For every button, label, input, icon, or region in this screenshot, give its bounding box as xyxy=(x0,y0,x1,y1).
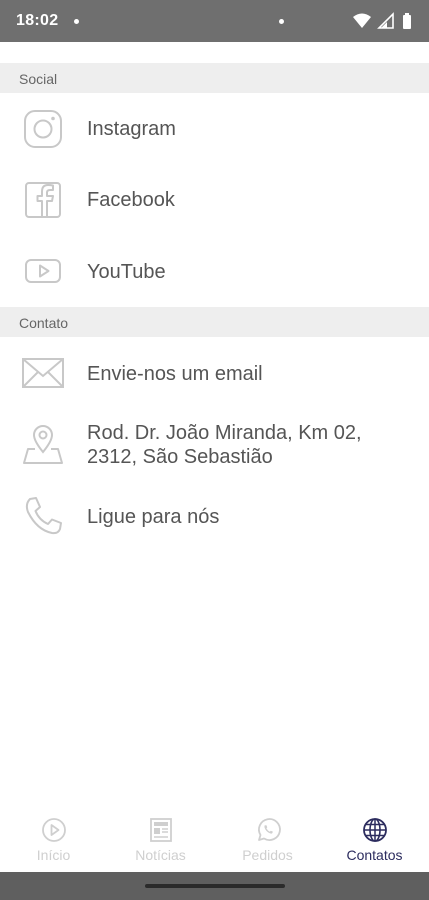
status-icons xyxy=(279,12,417,30)
notification-dot-icon xyxy=(74,19,79,24)
contact-row-instagram[interactable]: Instagram xyxy=(0,108,429,150)
play-circle-icon xyxy=(40,816,68,844)
home-gesture-handle[interactable] xyxy=(145,884,285,888)
contact-row-address[interactable]: Rod. Dr. João Miranda, Km 02, 2312, São … xyxy=(0,421,429,469)
youtube-icon xyxy=(22,250,64,292)
section-header-social: Social xyxy=(0,63,429,93)
bottom-navigation: Início Notícias Pedidos Contatos xyxy=(0,806,429,872)
nav-label: Notícias xyxy=(135,847,186,863)
status-time: 18:02 xyxy=(16,12,59,29)
nav-tab-pedidos[interactable]: Pedidos xyxy=(214,806,321,872)
nav-tab-contatos[interactable]: Contatos xyxy=(321,806,428,872)
section-title: Social xyxy=(19,71,58,87)
notification-dot-icon xyxy=(279,19,284,24)
row-label: Envie-nos um email xyxy=(87,363,263,385)
nav-label: Início xyxy=(36,847,71,863)
facebook-icon xyxy=(22,179,64,221)
system-gesture-bar xyxy=(0,872,429,900)
contact-row-phone[interactable]: Ligue para nós xyxy=(0,495,429,537)
address-line-2: 2312, São Sebastião xyxy=(87,446,273,468)
map-pin-icon xyxy=(22,423,64,465)
row-label: Instagram xyxy=(87,118,176,140)
whatsapp-icon xyxy=(254,816,282,844)
instagram-icon xyxy=(22,108,64,150)
status-indicators-icon xyxy=(353,12,411,29)
address-line-1: Rod. Dr. João Miranda, Km 02, xyxy=(87,422,362,444)
nav-tab-inicio[interactable]: Início xyxy=(0,806,107,872)
email-icon xyxy=(22,352,64,394)
phone-icon xyxy=(22,495,64,537)
status-bar: 18:02 xyxy=(0,0,429,42)
row-label: Ligue para nós xyxy=(87,506,220,528)
newspaper-icon xyxy=(147,816,175,844)
globe-icon xyxy=(361,816,389,844)
contact-row-email[interactable]: Envie-nos um email xyxy=(0,352,429,394)
row-label: Facebook xyxy=(87,189,175,211)
contact-row-youtube[interactable]: YouTube xyxy=(0,250,429,292)
row-label: YouTube xyxy=(87,261,166,283)
contact-row-facebook[interactable]: Facebook xyxy=(0,179,429,221)
section-title: Contato xyxy=(19,315,69,331)
nav-label: Pedidos xyxy=(242,847,293,863)
nav-label: Contatos xyxy=(346,847,403,863)
screen: 18:02 Social Instagram Facebook YouTube … xyxy=(0,0,429,900)
section-header-contato: Contato xyxy=(0,307,429,337)
nav-tab-noticias[interactable]: Notícias xyxy=(107,806,214,872)
